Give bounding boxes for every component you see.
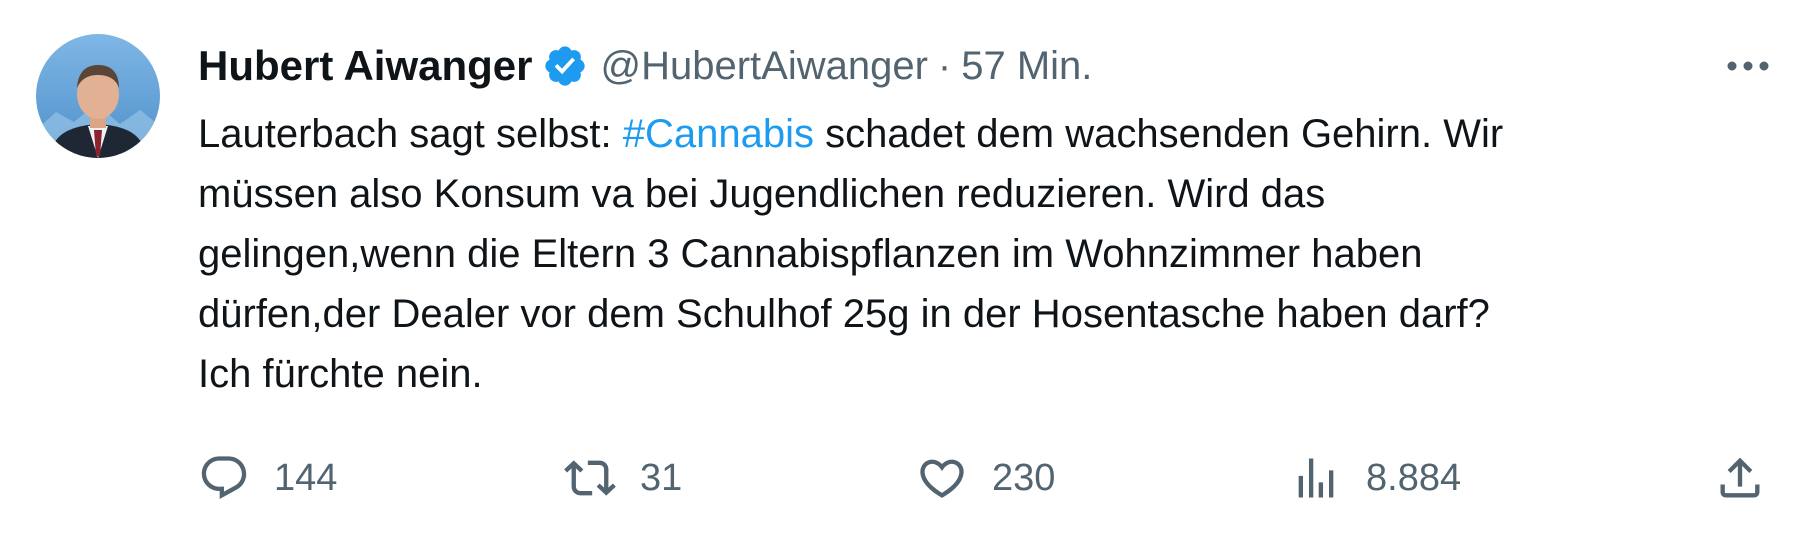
tweet-line-3: gelingen,wenn die Eltern 3 Cannabispflan… [198,232,1423,276]
tweet-line-4: dürfen,der Dealer vor dem Schulhof 25g i… [198,292,1490,336]
display-name[interactable]: Hubert Aiwanger [198,42,532,90]
reply-button[interactable]: 144 [198,448,337,508]
hashtag-link[interactable]: #Cannabis [623,112,814,156]
tweet[interactable]: Hubert Aiwanger @HubertAiwanger · 57 Min… [0,0,1812,540]
heart-icon [916,452,968,504]
separator-dot: · [937,43,952,88]
share-icon [1714,452,1766,504]
like-button[interactable]: 230 [916,448,1055,508]
views-count: 8.884 [1366,456,1462,499]
tweet-line-5: Ich fürchte nein. [198,352,483,396]
views-chart-icon [1290,452,1342,504]
retweet-icon [564,452,616,504]
timestamp[interactable]: 57 Min. [961,44,1092,89]
author-handle[interactable]: @HubertAiwanger [600,44,927,89]
views-button[interactable]: 8.884 [1290,448,1461,508]
share-button[interactable] [1714,448,1766,508]
tweet-actions: 144 31 230 8.884 [198,448,1778,508]
reply-icon [198,452,250,504]
more-options-icon[interactable] [1720,46,1776,86]
retweet-button[interactable]: 31 [564,448,682,508]
avatar[interactable] [36,34,160,158]
tweet-text: Lauterbach sagt selbst: #Cannabis schade… [198,104,1758,404]
retweet-count: 31 [640,456,683,499]
tweet-line-2: müssen also Konsum va bei Jugendlichen r… [198,172,1326,216]
tweet-text-segment: Lauterbach sagt selbst: [198,112,623,156]
verified-badge-icon[interactable] [542,43,588,89]
reply-count: 144 [274,456,338,499]
like-count: 230 [992,456,1056,499]
tweet-header: Hubert Aiwanger @HubertAiwanger · 57 Min… [198,38,1092,94]
tweet-text-segment: schadet dem wachsenden Gehirn. Wir [813,112,1504,156]
tweet-line-1: Lauterbach sagt selbst: #Cannabis schade… [198,104,1758,164]
